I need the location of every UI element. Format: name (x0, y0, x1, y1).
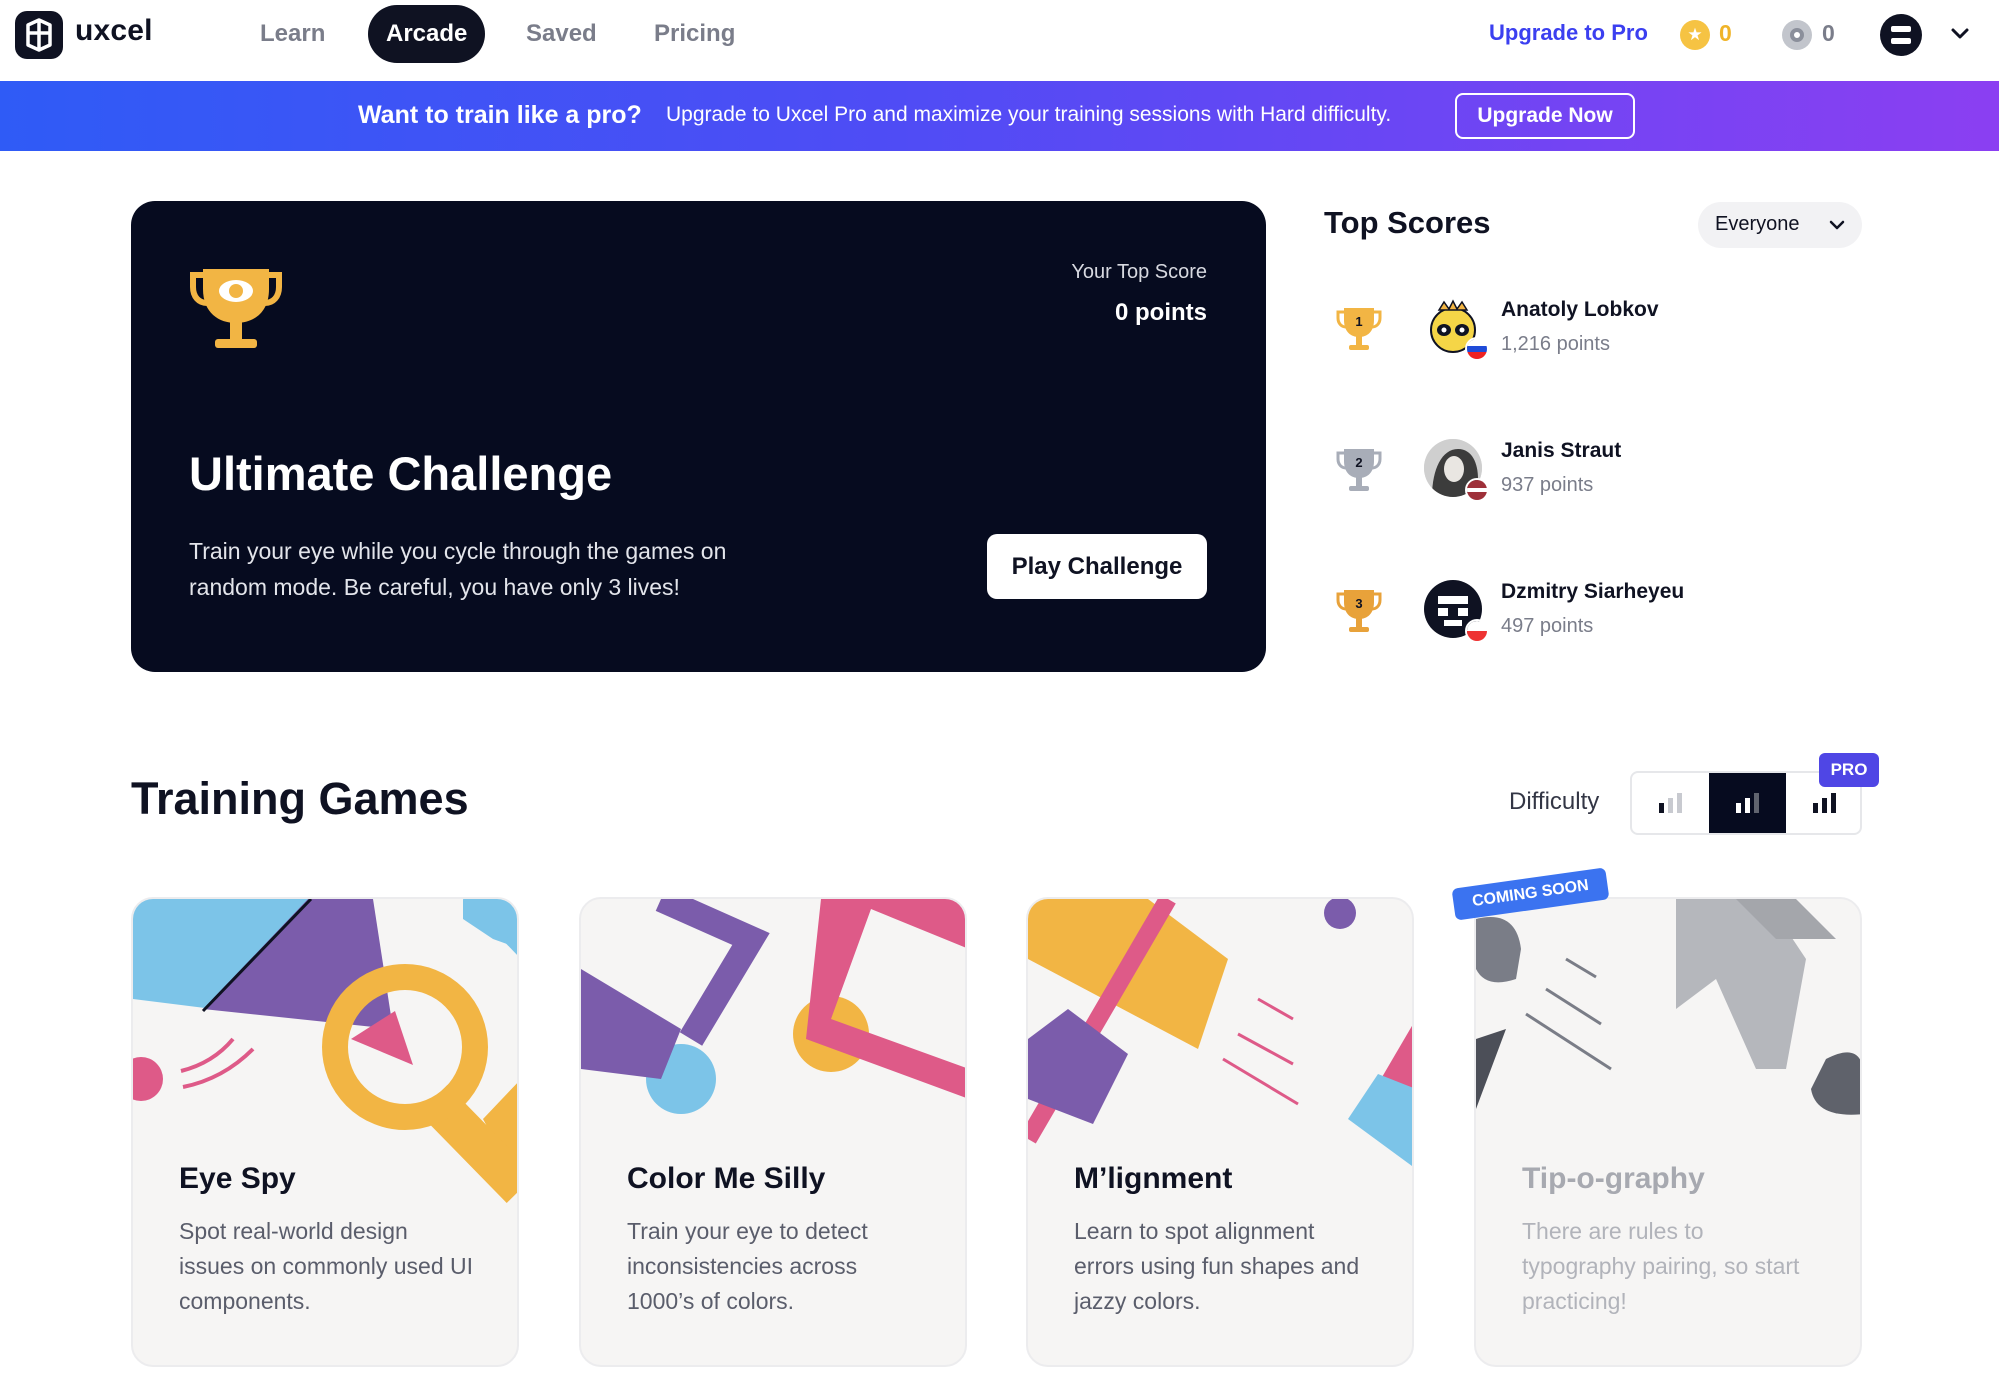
leaderboard-row[interactable]: 3 Dzmitry Siarheyeu 497 points (1324, 576, 1864, 656)
brand-name[interactable]: uxcel (75, 14, 153, 48)
difficulty-bars-icon (1659, 793, 1682, 813)
game-description: Learn to spot alignment errors using fun… (1074, 1218, 1360, 1314)
banner-title: Want to train like a pro? (358, 101, 642, 129)
eye-points-count: 0 (1822, 20, 1835, 46)
silver-trophy-icon: 2 (1336, 449, 1382, 491)
banner-text: Upgrade to Uxcel Pro and maximize your t… (666, 103, 1392, 126)
game-description: There are rules to typography pairing, s… (1522, 1218, 1800, 1314)
upgrade-banner: Want to train like a pro? Upgrade to Uxc… (0, 81, 1999, 151)
game-description: Spot real-world design issues on commonl… (179, 1218, 474, 1314)
eye-coin-icon (1782, 20, 1812, 50)
top-score-label: Your Top Score (1071, 261, 1207, 283)
scores-filter-value: Everyone (1715, 213, 1800, 235)
difficulty-easy-button[interactable] (1632, 773, 1709, 833)
chevron-down-icon[interactable] (1948, 22, 1972, 46)
difficulty-bars-icon (1736, 793, 1759, 813)
flag-icon (1465, 478, 1489, 502)
upgrade-to-pro-link[interactable]: Upgrade to Pro (1489, 20, 1648, 46)
top-score-value: 0 points (1114, 299, 1207, 326)
game-title: Eye Spy (179, 1162, 296, 1195)
user-avatar[interactable] (1880, 14, 1922, 56)
player-points: 497 points (1501, 615, 1594, 637)
top-navbar: uxcel Learn Arcade Saved Pricing Upgrade… (0, 0, 1999, 82)
nav-arcade[interactable]: Arcade (368, 5, 486, 63)
trophy-icon (190, 269, 282, 348)
rank-number: 3 (1355, 596, 1362, 611)
coins-count: 0 (1719, 20, 1732, 46)
game-card-mlignment[interactable]: M’lignment Learn to spot alignment error… (1026, 897, 1414, 1367)
ultimate-challenge-card: Your Top Score 0 points Ultimate Challen… (131, 201, 1266, 672)
player-points: 1,216 points (1501, 333, 1610, 355)
player-points: 937 points (1501, 474, 1594, 496)
game-card-eye-spy[interactable]: Eye Spy Spot real-world design issues on… (131, 897, 519, 1367)
nav-saved[interactable]: Saved (508, 5, 615, 63)
rank-number: 1 (1355, 314, 1362, 329)
bronze-trophy-icon: 3 (1336, 590, 1382, 632)
play-challenge-button[interactable]: Play Challenge (987, 534, 1207, 599)
difficulty-bars-icon (1813, 793, 1836, 813)
player-name: Dzmitry Siarheyeu (1501, 580, 1685, 603)
top-scores-title: Top Scores (1324, 205, 1491, 240)
leaderboard-row[interactable]: 1 Anatoly Lobkov 1,216 points (1324, 294, 1864, 374)
training-games-title: Training Games (131, 773, 469, 824)
game-title: M’lignment (1074, 1162, 1233, 1195)
rank-number: 2 (1355, 455, 1362, 470)
flag-icon (1465, 619, 1489, 643)
game-title: Tip-o-graphy (1522, 1162, 1705, 1195)
game-description: Train your eye to detect inconsistencies… (627, 1218, 868, 1314)
gold-trophy-icon: 1 (1336, 308, 1382, 350)
player-name: Janis Straut (1501, 439, 1622, 462)
scores-filter-dropdown[interactable]: Everyone (1698, 202, 1862, 248)
upgrade-now-button[interactable]: Upgrade Now (1455, 93, 1635, 139)
challenge-title: Ultimate Challenge (189, 447, 613, 500)
nav-learn[interactable]: Learn (242, 5, 343, 63)
game-card-tip-o-graphy[interactable]: Tip-o-graphy There are rules to typograp… (1474, 897, 1862, 1367)
logo-icon[interactable] (15, 11, 63, 59)
nav-pricing[interactable]: Pricing (636, 5, 753, 63)
challenge-description: Train your eye while you cycle through t… (189, 538, 727, 600)
player-name: Anatoly Lobkov (1501, 298, 1659, 321)
difficulty-medium-button[interactable] (1709, 773, 1786, 833)
flag-icon (1465, 337, 1489, 361)
game-card-color-me-silly[interactable]: Color Me Silly Train your eye to detect … (579, 897, 967, 1367)
pro-badge: PRO (1819, 753, 1879, 787)
star-coin-icon (1680, 20, 1710, 50)
game-title: Color Me Silly (627, 1162, 826, 1195)
chevron-down-icon (1829, 220, 1845, 230)
difficulty-label: Difficulty (1509, 788, 1600, 815)
leaderboard-row[interactable]: 2 Janis Straut 937 points (1324, 435, 1864, 515)
